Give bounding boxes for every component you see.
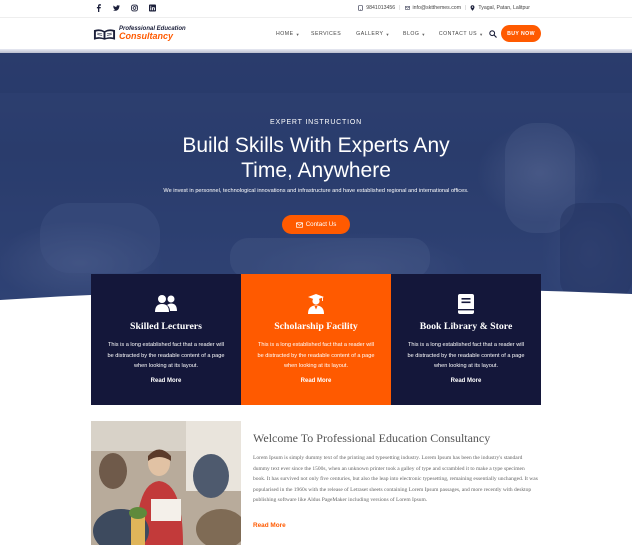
feature-title: Scholarship Facility [274,321,358,332]
nav-label: GALLERY [356,31,384,37]
social-links [95,4,156,12]
hero-description: We invest in personnel, technological in… [163,188,469,194]
feature-card-scholarship: Scholarship Facility This is a long esta… [241,274,391,405]
nav-label: CONTACT US [438,31,478,37]
users-icon [155,295,177,312]
feature-title: Book Library & Store [419,321,513,332]
contact-us-button[interactable]: Contact Us [282,215,350,234]
instagram-icon[interactable] [131,4,138,12]
feature-text: This is a long established fact that a r… [107,342,225,369]
feature-card-book-library: Book Library & Store This is a long esta… [391,274,541,405]
phone-number[interactable]: 9841013456 [366,5,395,11]
email-icon [404,6,410,10]
nav-item-home[interactable]: HOME ▼ [276,31,300,37]
hero-title-line-1: Build Skills With Experts Any [182,134,450,157]
nav-item-contact-us[interactable]: CONTACT US ▼ [439,31,484,37]
chevron-down-icon: ▼ [479,31,484,37]
main-nav: HOME ▼ SERVICES GALLERY ▼ BLOG ▼ CONTACT US… [276,31,484,37]
classroom-photo-image [91,421,241,545]
welcome-heading: Welcome To Professional Education Consul… [253,431,491,445]
chevron-down-icon: ▼ [385,31,390,37]
feature-title: Skilled Lecturers [130,321,202,332]
search-icon[interactable] [489,30,497,38]
chevron-down-icon: ▼ [421,31,426,37]
open-book-logo-icon [93,28,116,40]
nav-label: BLOG [402,31,420,37]
feature-cards: Skilled Lecturers This is a long establi… [91,274,541,405]
read-more-link[interactable]: Read More [91,378,241,384]
email-address[interactable]: info@sktthemes.com [413,5,462,11]
facebook-icon[interactable] [95,4,102,12]
feature-text: This is a long established fact that a r… [407,342,525,369]
read-more-link[interactable]: Read More [241,378,391,384]
welcome-photo [91,421,241,545]
site-logo[interactable]: Professional Education Consultancy [93,26,186,41]
graduate-icon [308,294,324,314]
twitter-icon[interactable] [113,4,120,12]
hero-banner: EXPERT INSTRUCTION Build Skills With Exp… [0,53,632,300]
hero-title-line-2: Time, Anywhere [241,159,391,182]
nav-label: SERVICES [311,31,342,37]
logo-line-2: Consultancy [119,31,174,41]
welcome-read-more-link[interactable]: Read More [253,522,286,529]
top-bar: 9841013456 | info@sktthemes.com | Tyagal… [0,0,632,18]
envelope-icon [295,221,303,228]
chevron-down-icon: ▼ [295,31,301,37]
buy-now-button[interactable]: BUY NOW [501,25,541,42]
contact-us-label: Contact Us [305,221,337,228]
nav-item-gallery[interactable]: GALLERY ▼ [356,31,390,37]
feature-text: This is a long established fact that a r… [257,342,375,369]
welcome-paragraph: Lorem Ipsum is simply dummy text of the … [253,455,538,503]
feature-card-skilled-lecturers: Skilled Lecturers This is a long establi… [91,274,241,405]
nav-label: HOME [276,31,294,37]
location-icon [470,5,475,11]
book-icon [458,294,474,314]
nav-item-services[interactable]: SERVICES [311,31,341,37]
linkedin-icon[interactable] [149,4,156,12]
hero-title: Build Skills With Experts Any Time, Anyw… [0,133,632,183]
nav-item-blog[interactable]: BLOG ▼ [403,31,426,37]
location-text: Tyagal, Patan, Lalitpur [478,5,530,11]
read-more-link[interactable]: Read More [391,378,541,384]
hero-kicker: EXPERT INSTRUCTION [270,119,362,126]
phone-icon [358,5,363,11]
site-header: Professional Education Consultancy HOME ▼… [0,18,632,49]
contact-info: 9841013456 | info@sktthemes.com | Tyagal… [358,5,530,11]
